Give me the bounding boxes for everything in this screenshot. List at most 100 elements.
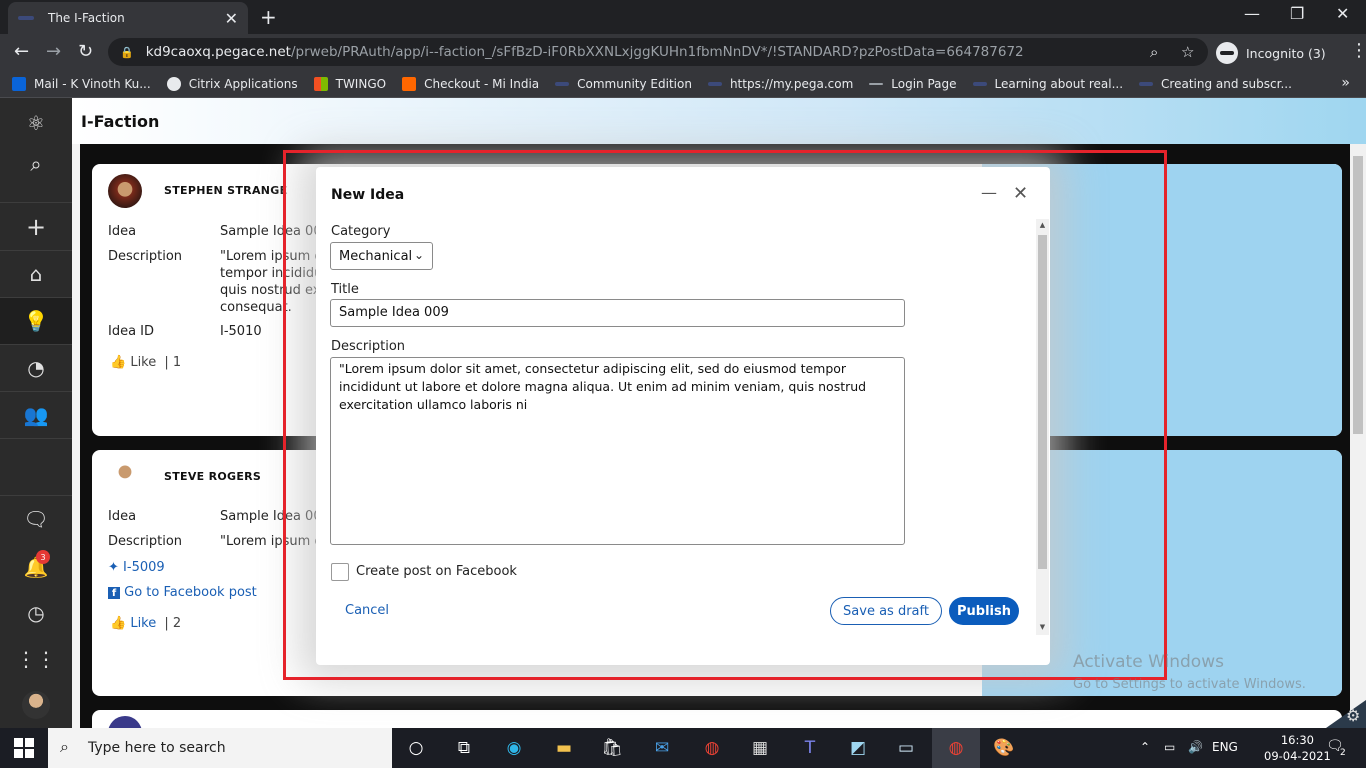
bookmark-item[interactable]: Checkout - Mi India: [402, 76, 539, 91]
nav-search[interactable]: ⌕: [0, 141, 72, 187]
language-indicator[interactable]: ENG: [1212, 740, 1238, 754]
nav-home[interactable]: ⌂: [0, 251, 72, 297]
store-icon[interactable]: 🛍: [600, 736, 624, 760]
file-explorer-icon[interactable]: ▬: [552, 736, 576, 760]
nav-dashboard[interactable]: ◔: [0, 345, 72, 391]
taskbar-search[interactable]: ⌕ Type here to search: [48, 728, 392, 768]
gauge-icon: ◔: [27, 356, 45, 380]
bookmark-label: Learning about real...: [994, 76, 1124, 91]
idea-id-link[interactable]: ✦ I-5009: [108, 560, 165, 575]
back-arrow-icon[interactable]: ←: [14, 41, 29, 62]
close-tab-icon[interactable]: ✕: [225, 9, 238, 28]
nav-history[interactable]: ◷: [0, 590, 72, 636]
bookmark-item[interactable]: Login Page: [869, 76, 957, 91]
bookmark-item[interactable]: Citrix Applications: [166, 76, 298, 91]
nav-users[interactable]: 👥: [0, 392, 72, 438]
like-count: | 1: [164, 355, 182, 370]
app-header: I-Faction: [72, 98, 1366, 144]
scrollbar-thumb[interactable]: [1353, 156, 1363, 434]
minimize-window-icon[interactable]: —: [1244, 4, 1260, 23]
activation-watermark-title: Activate Windows: [1073, 652, 1224, 672]
incognito-label: Incognito (3): [1246, 45, 1326, 61]
nav-profile[interactable]: [0, 682, 72, 728]
bookmark-item[interactable]: https://my.pega.com: [707, 76, 854, 91]
reload-icon[interactable]: ↻: [78, 41, 93, 62]
nav-ideas[interactable]: 💡: [0, 298, 72, 344]
clock[interactable]: 16:30 09-04-2021: [1264, 732, 1331, 764]
search-icon: ⌕: [60, 737, 69, 756]
like-button[interactable]: 👍 Like | 1: [110, 355, 181, 370]
nav-create[interactable]: +: [0, 204, 72, 250]
idea-card: [92, 710, 1342, 728]
bookmark-label: Login Page: [891, 76, 957, 91]
nav-chat[interactable]: 🗨: [0, 496, 72, 542]
new-tab-icon[interactable]: +: [260, 5, 277, 29]
avatar[interactable]: [108, 174, 142, 208]
page-scrollbar[interactable]: [1350, 144, 1366, 728]
close-window-icon[interactable]: ✕: [1336, 4, 1349, 23]
mi-icon: [402, 76, 417, 91]
clock-time: 16:30: [1280, 733, 1314, 747]
avatar: [22, 691, 50, 719]
browser-menu-icon[interactable]: ⋮: [1350, 40, 1366, 61]
notes-icon[interactable]: ◩: [846, 736, 870, 760]
history-icon: ◷: [27, 601, 45, 625]
like-button[interactable]: 👍 Like | 2: [110, 616, 181, 631]
pega-icon: [1139, 81, 1154, 86]
bookmark-item[interactable]: Learning about real...: [972, 76, 1124, 91]
nav-apps[interactable]: ⋮⋮: [0, 636, 72, 682]
incognito-indicator[interactable]: Incognito (3): [1216, 42, 1326, 64]
lock-icon: 🔒: [120, 45, 134, 59]
citrix-icon: [166, 76, 181, 91]
like-count: | 2: [164, 616, 182, 631]
bookmark-item[interactable]: Mail - K Vinoth Ku...: [12, 76, 151, 91]
chevron-up-icon[interactable]: ⌃: [1140, 740, 1150, 754]
browser-tab-bar: The I-Faction ✕ + — ❐ ✕: [0, 0, 1366, 34]
restore-window-icon[interactable]: ❐: [1290, 4, 1304, 23]
chrome-incognito-icon[interactable]: ◍: [944, 736, 968, 760]
chrome-icon[interactable]: ◍: [700, 736, 724, 760]
description-line: consequat.: [220, 300, 292, 315]
idea-id-value: I-5009: [123, 560, 165, 575]
avatar[interactable]: [108, 460, 142, 494]
author-name[interactable]: STEPHEN STRANGE: [164, 184, 287, 197]
network-icon[interactable]: ▭: [1164, 740, 1175, 754]
facebook-post-link[interactable]: f Go to Facebook post: [108, 585, 257, 600]
chat-icon: 🗨: [23, 507, 49, 531]
author-name[interactable]: STEVE ROGERS: [164, 470, 261, 483]
teams-icon[interactable]: T: [798, 736, 822, 760]
edge-icon[interactable]: ◉: [502, 736, 526, 760]
mail-icon[interactable]: ✉: [650, 736, 674, 760]
bookmark-star-icon[interactable]: ☆: [1181, 43, 1194, 61]
bookmark-label: https://my.pega.com: [729, 76, 854, 91]
windows-start-icon[interactable]: [14, 738, 34, 758]
left-navigation: ⚛ ⌕ + ⌂ 💡 ◔ 👥 🗨 🔔 3 ◷ ⋮⋮: [0, 98, 72, 728]
url-field[interactable]: 🔒 kd9caoxq.pegace.net /prweb/PRAuth/app/…: [108, 38, 1208, 66]
cortana-icon[interactable]: ○: [404, 736, 428, 760]
browser-tab[interactable]: The I-Faction ✕: [8, 2, 248, 34]
url-path: /prweb/PRAuth/app/i--faction_/sFfBzD-iF0…: [290, 44, 1024, 60]
bookmark-label: TWINGO: [335, 76, 387, 91]
settings-app-icon[interactable]: ▦: [748, 736, 772, 760]
like-label: Like: [130, 616, 157, 631]
gear-icon[interactable]: ⚙: [1346, 706, 1360, 725]
more-bookmarks-icon[interactable]: »: [1341, 75, 1350, 91]
outlook-icon: [12, 76, 26, 91]
nav-notifications[interactable]: 🔔 3: [0, 544, 72, 590]
idea-label: Idea: [108, 509, 137, 524]
avatar[interactable]: [108, 716, 142, 728]
bookmark-item[interactable]: Community Edition: [555, 77, 692, 91]
forward-arrow-icon[interactable]: →: [46, 41, 61, 62]
volume-icon[interactable]: 🔊: [1188, 740, 1203, 754]
microsoft-icon: [313, 76, 328, 91]
task-view-icon[interactable]: ⧉: [452, 736, 476, 760]
nav-logo[interactable]: ⚛: [0, 100, 72, 146]
pega-favicon-icon: [18, 16, 34, 20]
notification-badge: 3: [36, 550, 50, 564]
terminal-icon[interactable]: ▭: [894, 736, 918, 760]
bookmark-item[interactable]: TWINGO: [313, 76, 387, 91]
paint-icon[interactable]: 🎨: [992, 736, 1016, 760]
zoom-icon[interactable]: ⌕: [1150, 43, 1158, 61]
lightbulb-icon: 💡: [23, 309, 49, 333]
bookmark-item[interactable]: Creating and subscr...: [1139, 77, 1292, 91]
